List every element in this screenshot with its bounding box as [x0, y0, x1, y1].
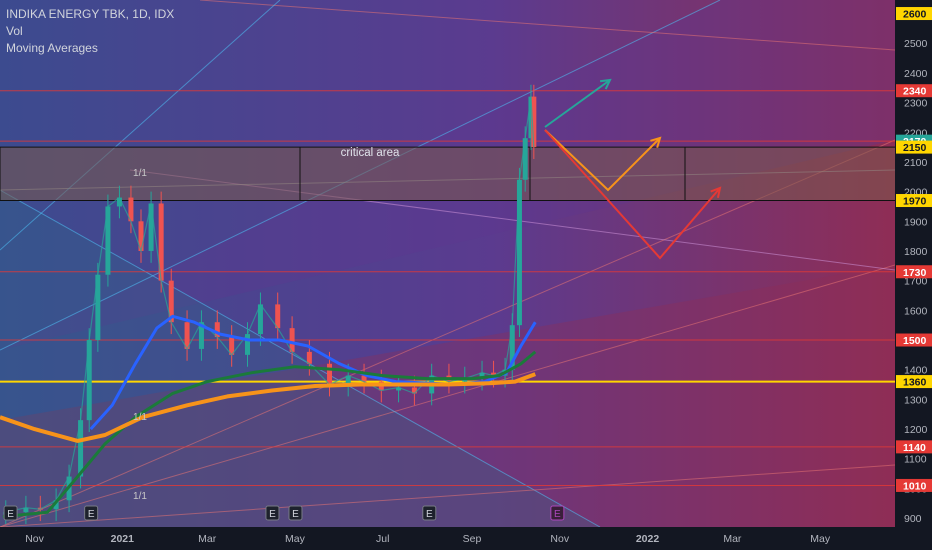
candle-body[interactable] — [516, 179, 522, 326]
candle-body[interactable] — [275, 304, 281, 329]
price-tag-label: 1500 — [903, 335, 927, 347]
x-tick-label: Sep — [463, 533, 482, 545]
y-tick-label: 2100 — [904, 157, 928, 169]
x-tick-label: 2022 — [636, 533, 660, 545]
earnings-marker-label: E — [88, 509, 95, 520]
x-tick-label: 2021 — [111, 533, 135, 545]
candle-body[interactable] — [327, 363, 333, 385]
y-tick-label: 1100 — [904, 454, 927, 466]
price-tag[interactable]: 2600 — [896, 7, 932, 21]
y-tick-label: 1400 — [904, 365, 928, 377]
volume-indicator-label[interactable]: Vol — [6, 23, 174, 40]
x-tick-label: May — [810, 533, 831, 545]
y-tick-label: 1900 — [904, 216, 928, 228]
y-tick-label: 1200 — [904, 424, 928, 436]
y-tick-label: 2500 — [904, 38, 928, 50]
x-tick-label: Jul — [376, 533, 389, 545]
price-tag[interactable]: 2340 — [896, 84, 932, 98]
x-tick-label: Mar — [723, 533, 742, 545]
price-tag[interactable]: 1970 — [896, 194, 932, 208]
x-tick-label: May — [285, 533, 306, 545]
price-tag[interactable]: 1140 — [896, 440, 932, 454]
price-tag[interactable]: 1730 — [896, 265, 932, 279]
x-tick-label: Nov — [25, 533, 44, 545]
earnings-marker[interactable]: E — [288, 505, 303, 521]
x-tick-label: Nov — [550, 533, 569, 545]
price-chart[interactable]: critical area 1/11/11/1 9001000110012001… — [0, 0, 932, 550]
price-tag-label: 1140 — [903, 442, 926, 454]
earnings-marker[interactable]: E — [550, 505, 565, 521]
y-tick-label: 1300 — [904, 394, 928, 406]
earnings-marker[interactable]: E — [422, 505, 437, 521]
earnings-marker-label: E — [269, 509, 276, 520]
price-tag[interactable]: 1500 — [896, 333, 932, 348]
earnings-marker-label: E — [426, 509, 433, 520]
earnings-marker-label: E — [7, 509, 14, 520]
price-tag-label: 1970 — [903, 196, 927, 208]
gann-fan-label: 1/1 — [133, 168, 147, 179]
symbol-title[interactable]: INDIKA ENERGY TBK, 1D, IDX — [6, 6, 174, 23]
earnings-marker[interactable]: E — [84, 505, 99, 521]
earnings-marker-label: E — [292, 509, 299, 520]
y-tick-label: 900 — [904, 513, 922, 525]
earnings-marker-label: E — [554, 509, 561, 520]
price-tag[interactable]: 1010 — [896, 478, 932, 493]
y-tick-label: 2400 — [904, 68, 928, 80]
x-tick-label: Mar — [198, 533, 217, 545]
y-tick-label: 1600 — [904, 305, 928, 317]
price-tag-label: 2600 — [903, 9, 927, 21]
earnings-marker[interactable]: E — [3, 505, 18, 521]
price-tag-label: 2340 — [903, 86, 927, 98]
price-tag-label: 1010 — [903, 480, 927, 492]
price-tag-label: 1360 — [903, 377, 927, 389]
y-tick-label: 1800 — [904, 246, 928, 258]
chart-legend: INDIKA ENERGY TBK, 1D, IDX Vol Moving Av… — [6, 6, 174, 57]
price-tag-label: 1730 — [903, 267, 927, 279]
critical-area-label: critical area — [341, 147, 400, 159]
gann-fan-label: 1/1 — [133, 491, 147, 502]
moving-averages-indicator-label[interactable]: Moving Averages — [6, 40, 174, 57]
price-tag[interactable]: 1360 — [896, 375, 932, 389]
time-axis[interactable] — [0, 527, 895, 550]
price-tag-label: 2150 — [903, 142, 927, 154]
price-tag[interactable]: 2150 — [896, 140, 932, 155]
candle-body[interactable] — [522, 138, 528, 180]
gann-fan-label: 1/1 — [133, 412, 147, 423]
earnings-marker[interactable]: E — [265, 505, 280, 521]
y-tick-label: 2300 — [904, 98, 928, 110]
